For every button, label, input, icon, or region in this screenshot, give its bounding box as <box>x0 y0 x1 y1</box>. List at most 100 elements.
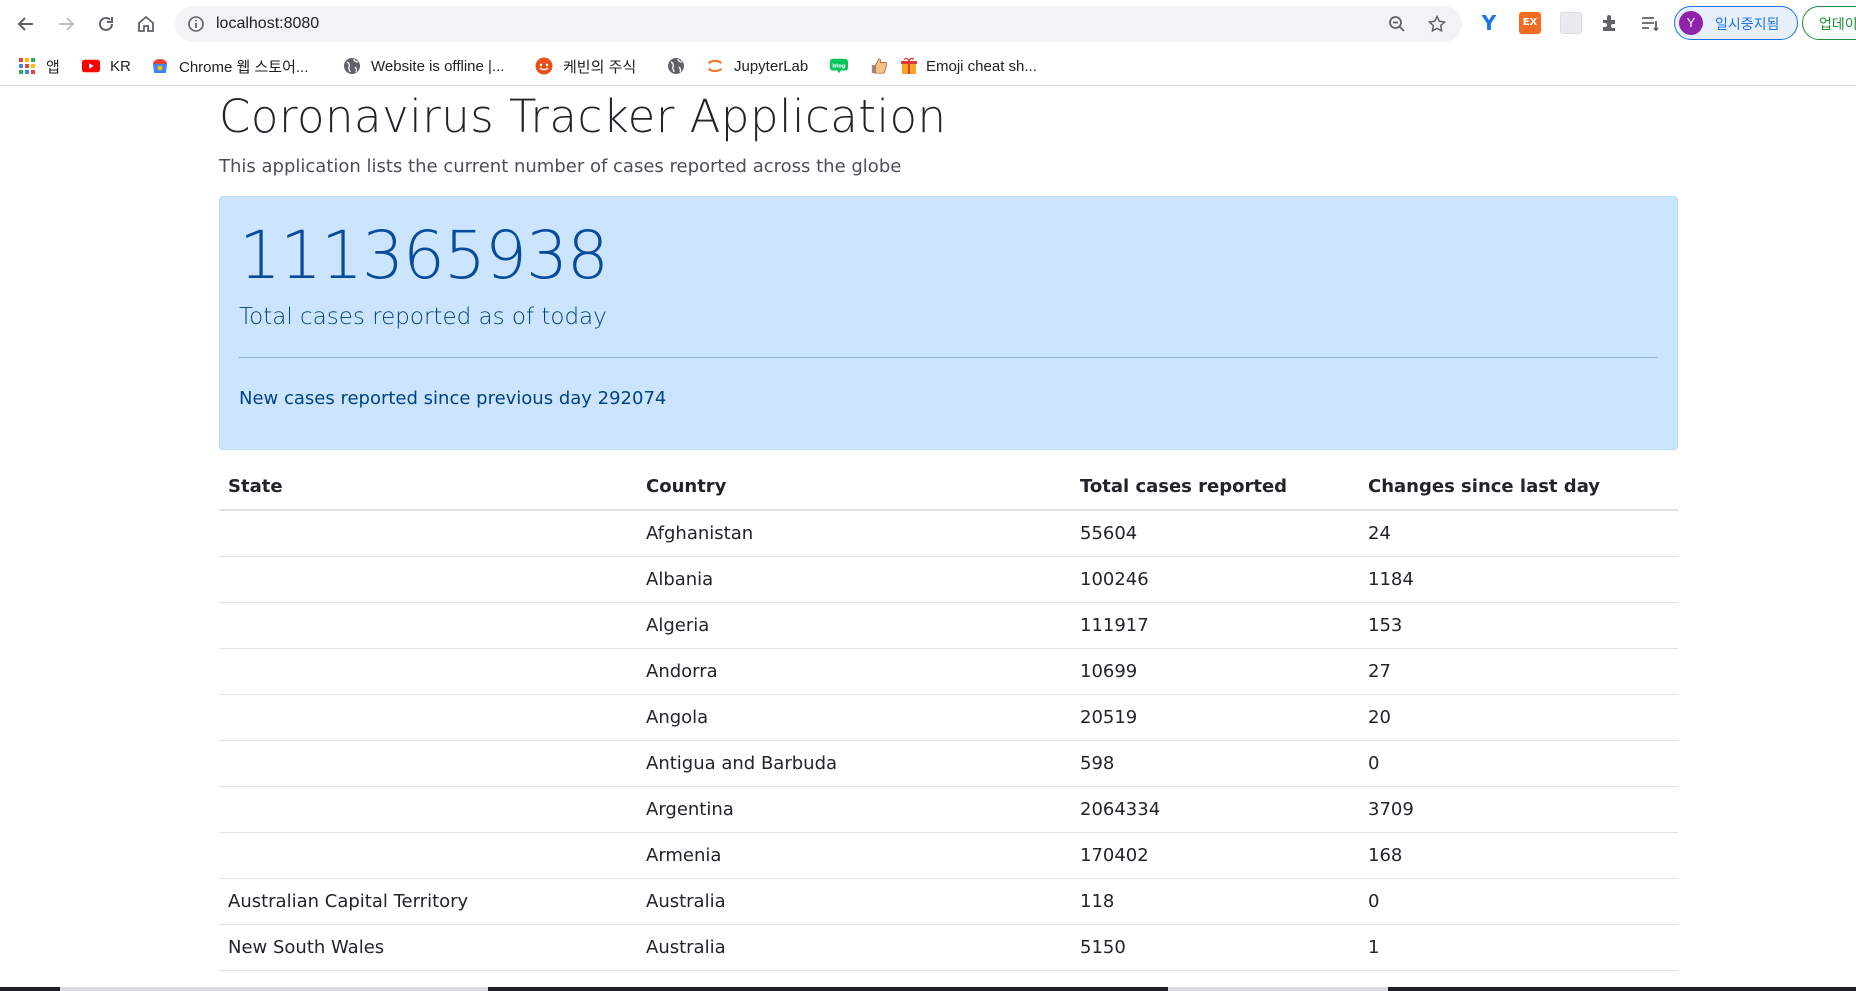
table-row: Armenia 170402 168 <box>219 832 1678 879</box>
changes-cell: 1 <box>1359 924 1678 971</box>
column-header-state: State <box>219 464 637 511</box>
divider <box>239 357 1658 358</box>
total-cases-cell: 100246 <box>1071 556 1359 603</box>
bookmark-star-icon[interactable] <box>1428 15 1446 33</box>
bookmark-label: Chrome 웹 스토어... <box>179 58 309 76</box>
column-header-country: Country <box>637 464 1071 511</box>
table-row: New South Wales Australia 5150 1 <box>219 924 1678 971</box>
update-label: 업데이 <box>1819 17 1856 33</box>
bookmark-apps[interactable]: 앱 <box>18 53 60 79</box>
svg-text:blog: blog <box>832 63 845 69</box>
country-cell: Algeria <box>637 602 1071 649</box>
table-header-row: State Country Total cases reported Chang… <box>219 464 1678 511</box>
browser-toolbar: Y EX Y 일시중지됨 업데이 <box>0 0 1856 47</box>
table-row: Angola 20519 20 <box>219 694 1678 741</box>
total-cases-cell: 118 <box>1071 878 1359 925</box>
table-row: Antigua and Barbuda 598 0 <box>219 740 1678 787</box>
forward-arrow-icon <box>59 17 75 31</box>
country-cell: Argentina <box>637 786 1071 833</box>
v-extension-icon[interactable]: Y <box>1478 12 1500 34</box>
bookmark-jupyterlab[interactable]: JupyterLab <box>706 53 808 79</box>
table-row: Afghanistan 55604 24 <box>219 510 1678 557</box>
country-cell: Armenia <box>637 832 1071 879</box>
total-cases-cell: 10699 <box>1071 648 1359 695</box>
state-cell <box>219 740 637 787</box>
bookmark-blog[interactable]: blog <box>830 53 858 79</box>
bookmark-label: Website is offline |... <box>371 57 505 75</box>
bookmark-label: KR <box>110 57 131 75</box>
changes-cell: 27 <box>1359 648 1678 695</box>
column-header-total-cases: Total cases reported <box>1071 464 1359 511</box>
forward-button[interactable] <box>53 11 79 37</box>
puzzle-icon[interactable] <box>1599 12 1621 34</box>
bookmark-label: 케빈의 주식 <box>563 58 637 76</box>
back-button[interactable] <box>13 11 39 37</box>
summary-jumbotron: 111365938 Total cases reported as of tod… <box>219 196 1678 450</box>
total-cases-cell: 170402 <box>1071 832 1359 879</box>
orange-face-icon <box>535 57 553 75</box>
globe-icon <box>343 57 361 75</box>
state-cell <box>219 832 637 879</box>
state-cell <box>219 786 637 833</box>
country-cell: Afghanistan <box>637 510 1071 557</box>
changes-cell: 24 <box>1359 510 1678 557</box>
url-input[interactable] <box>216 15 1116 33</box>
bookmark-globe[interactable] <box>667 53 695 79</box>
update-button[interactable]: 업데이 <box>1802 6 1856 40</box>
grey-extension-icon[interactable] <box>1560 12 1582 34</box>
bookmark-label: JupyterLab <box>734 57 809 75</box>
ex-extension-icon[interactable]: EX <box>1519 12 1541 34</box>
country-cell: Angola <box>637 694 1071 741</box>
table-row: Australian Capital Territory Australia 1… <box>219 878 1678 925</box>
country-cell: Australia <box>637 924 1071 971</box>
country-cell: Antigua and Barbuda <box>637 740 1071 787</box>
total-cases-cell: 111917 <box>1071 602 1359 649</box>
info-icon[interactable] <box>187 15 205 33</box>
chrome-webstore-icon <box>151 57 169 75</box>
avatar: Y <box>1679 11 1703 35</box>
blog-icon: blog <box>830 57 848 75</box>
thumbs-up-icon <box>870 57 888 75</box>
country-cell: Albania <box>637 556 1071 603</box>
bookmarks-bar: 앱 KR Chrome 웹 스토어... Website is offline … <box>0 47 1856 86</box>
state-cell <box>219 694 637 741</box>
country-cell: Andorra <box>637 648 1071 695</box>
bookmark-thumbs-up[interactable] <box>870 53 898 79</box>
profile-status-label: 일시중지됨 <box>1715 17 1780 33</box>
apps-grid-icon <box>18 57 36 75</box>
bookmark-chrome-webstore[interactable]: Chrome 웹 스토어... <box>151 53 308 79</box>
state-cell <box>219 510 637 557</box>
reload-button[interactable] <box>93 11 119 37</box>
total-cases-cell: 20519 <box>1071 694 1359 741</box>
reading-list-icon[interactable] <box>1639 12 1661 34</box>
total-cases-cell: 2064334 <box>1071 786 1359 833</box>
address-bar[interactable] <box>175 6 1462 42</box>
state-cell <box>219 648 637 695</box>
total-cases-cell: 5150 <box>1071 924 1359 971</box>
home-button[interactable] <box>133 11 159 37</box>
country-cell: Australia <box>637 878 1071 925</box>
changes-cell: 1184 <box>1359 556 1678 603</box>
bookmark-kr[interactable]: KR <box>82 53 131 79</box>
back-arrow-icon <box>17 17 33 31</box>
bookmark-label: Emoji cheat sh... <box>926 57 1037 75</box>
table-row: Albania 100246 1184 <box>219 556 1678 603</box>
bookmark-emoji-cheat-sheet[interactable]: Emoji cheat sh... <box>900 53 1037 79</box>
zoom-icon[interactable] <box>1388 15 1406 33</box>
total-cases-cell: 55604 <box>1071 510 1359 557</box>
table-row: Algeria 111917 153 <box>219 602 1678 649</box>
changes-cell: 0 <box>1359 878 1678 925</box>
gift-icon <box>900 57 918 75</box>
state-cell <box>219 556 637 603</box>
profile-button[interactable]: Y 일시중지됨 <box>1674 6 1798 40</box>
changes-cell: 168 <box>1359 832 1678 879</box>
cases-table: State Country Total cases reported Chang… <box>219 464 1678 971</box>
page-subtitle: This application lists the current numbe… <box>219 156 902 177</box>
reload-icon <box>99 16 113 31</box>
changes-cell: 3709 <box>1359 786 1678 833</box>
new-cases-text: New cases reported since previous day 29… <box>239 388 667 409</box>
jupyter-icon <box>706 57 724 75</box>
bookmark-website-offline[interactable]: Website is offline |... <box>343 53 504 79</box>
bookmark-kevin-stocks[interactable]: 케빈의 주식 <box>535 53 636 79</box>
globe-icon <box>667 57 685 75</box>
